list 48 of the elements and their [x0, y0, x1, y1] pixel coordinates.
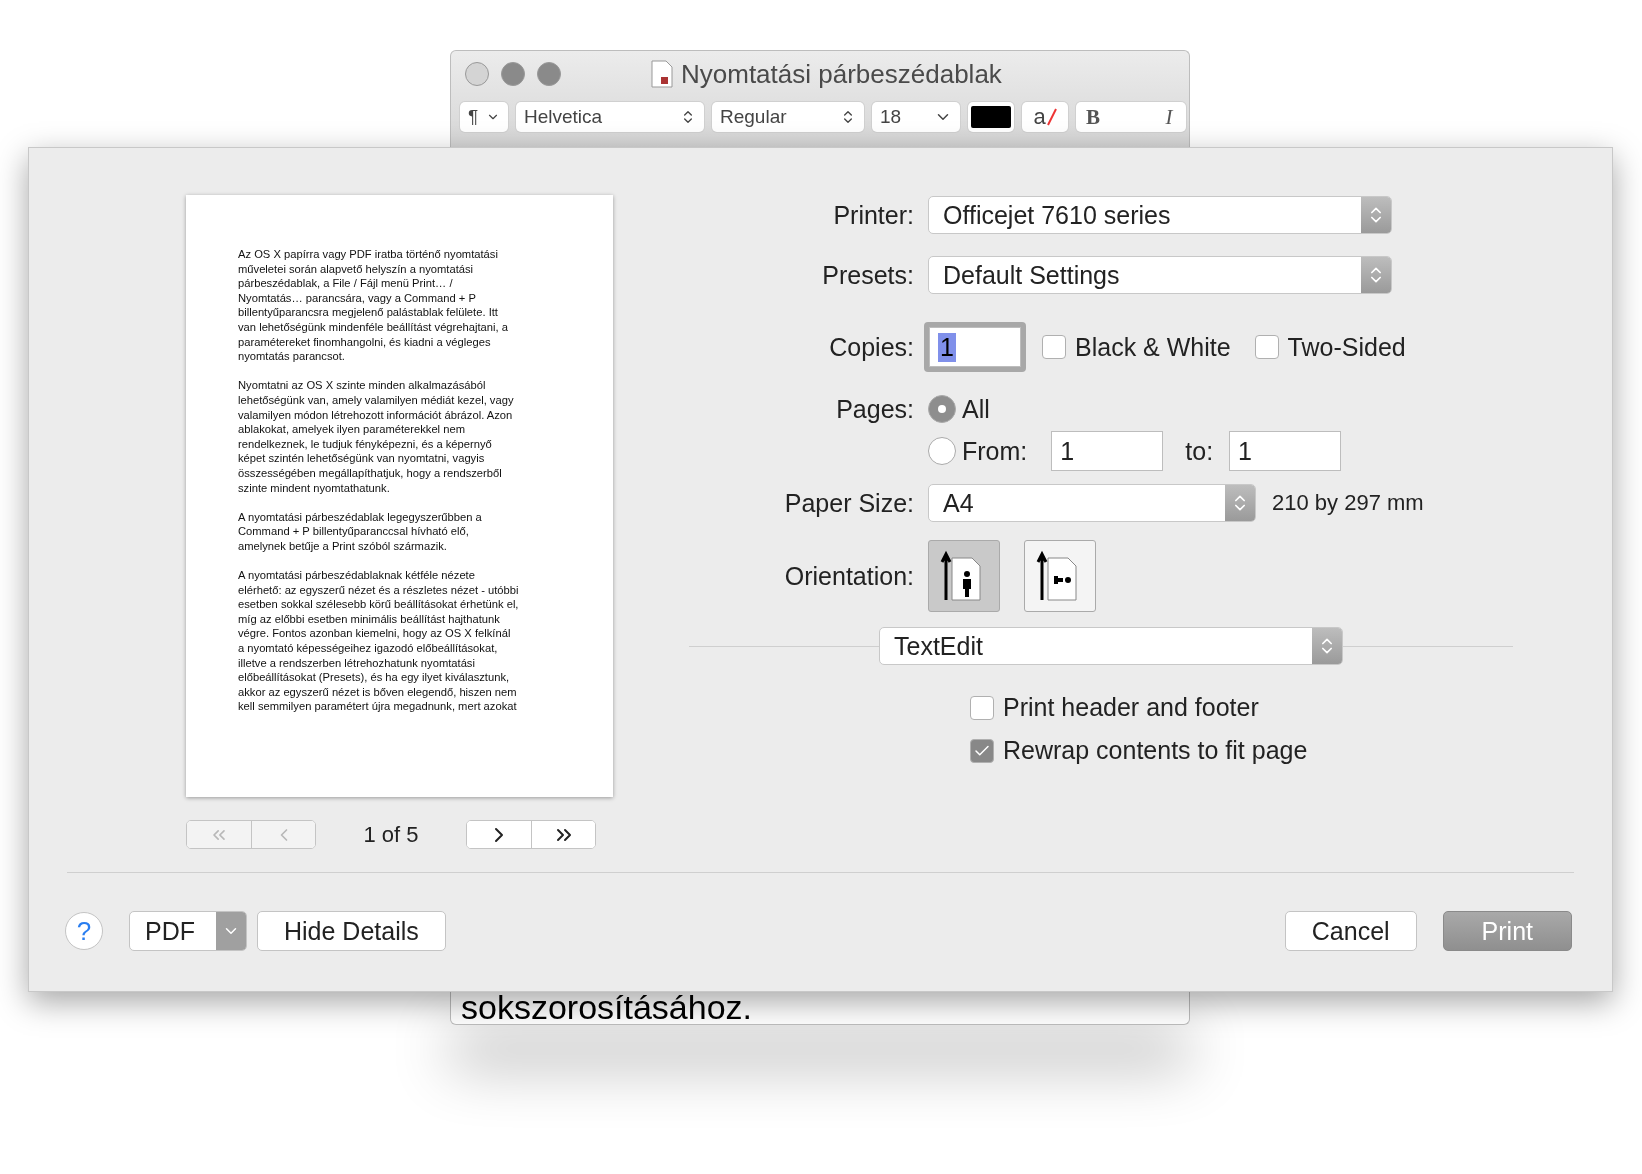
preview-paragraph: Nyomtatni az OS X szinte minden alkalmazásából lehetőségünk van, amely valamilyen médiát kezel, vagy valamilyen módon létrehozott információt ábrázol. Azon ablakokat, amelyek ilyen paraméterekkel nem rendelkeznek, le tudjuk fényképezni, és a képernyő képet szintén lehetőségünk van nyomtatni, vagyis összességében megállapíthatjuk, hogy a rendszerből szinte mindent nyomtathatunk.	[238, 378, 515, 496]
text-color-button[interactable]	[968, 102, 1014, 132]
to-page-field[interactable]: 1	[1229, 431, 1342, 471]
radio-button[interactable]: All	[928, 394, 990, 424]
strikethrough-slash-icon	[1046, 108, 1057, 126]
last-page-button[interactable]	[531, 821, 595, 848]
to-label: to:	[1185, 436, 1214, 466]
page-indicator: 1 of 5	[362, 821, 420, 848]
checkbox[interactable]: Black & White	[1042, 332, 1231, 362]
text-style-buttons[interactable]: B I	[1076, 102, 1186, 132]
orientation-label: Orientation:	[784, 561, 914, 591]
font-size-dropdown[interactable]: 18	[872, 102, 960, 132]
checkbox[interactable]: Rewrap contents to fit page	[970, 736, 1628, 765]
italic-button[interactable]: I	[1152, 104, 1186, 130]
pages-label: Pages:	[836, 394, 914, 424]
from-page-field[interactable]: 1	[1051, 431, 1164, 471]
paper-size-dropdown[interactable]: A4	[928, 484, 1256, 522]
window-title: Nyomtatási párbeszédablak	[681, 58, 1002, 90]
orientation-button[interactable]	[928, 540, 1000, 612]
printer-dropdown[interactable]: Officejet 7610 series	[928, 196, 1392, 234]
presets-label: Presets:	[822, 260, 914, 290]
preview-paragraph: A nyomtatási párbeszédablak legegyszerűbben a Command + P billentyűparanccsal hívható elő, amelynek betűje a Print szóból származik.	[238, 509, 483, 554]
cancel-button[interactable]: Cancel	[1284, 911, 1417, 951]
presets-dropdown[interactable]: Default Settings	[928, 256, 1392, 294]
document-icon	[651, 60, 673, 88]
preview-paragraph: A nyomtatási párbeszédablaknak kétféle nézete elérhető: az egyszerű nézet és a részletes nézet - utóbbi esetben sokkal szélesebb körű beállításokat érhetünk el, míg az előbbi esetben minimális beállítást hajthatunk végre. Fontos azonban kiemelni, hogy az OS X felkínál a nyomtató képességeihez igazodó előbeállításokat, illetve a rendszerben létrehozhatunk nyomtatási előbeállításokat (Presets), és ha egy ilyet kiválasztunk, akkor az egyszerű nézet is bőven elegendő, hiszen nem kell semmilyen paramétert újra megadnunk, mert azokat	[238, 568, 520, 714]
highlight-color-button[interactable]: a	[1022, 102, 1068, 132]
bold-button[interactable]: B	[1076, 104, 1110, 130]
zoom-button[interactable]	[537, 62, 561, 86]
font-family-dropdown[interactable]: Helvetica	[516, 102, 704, 132]
preview-paragraph: Az OS X papírra vagy PDF iratba történő nyomtatási műveletei során alapvető helyszín a nyomtatási párbeszédablak, a File / Fájl menü Print… / Nyomtatás… parancsára, vagy a Command + P billentyűparancsra megjelenő palástablak felülete. Itt van lehetőségünk mindenféle beállítást végrehajtani, a paramétereket finomhangolni, és kiadni a végleges nyomtatás parancsot.	[238, 247, 509, 364]
radio-button[interactable]: From:	[928, 436, 1028, 466]
checkbox[interactable]: Print header and footer	[970, 693, 1628, 722]
pdf-menu-button[interactable]: PDF	[129, 911, 247, 951]
copies-field[interactable]: 1	[924, 322, 1026, 372]
copies-label: Copies:	[829, 332, 914, 362]
document-text: sokszorosításához.	[461, 990, 753, 1024]
app-section-dropdown[interactable]: TextEdit	[879, 627, 1343, 665]
hide-details-button[interactable]: Hide Details	[257, 911, 446, 951]
printer-label: Printer:	[833, 200, 914, 230]
font-style-dropdown[interactable]: Regular	[712, 102, 864, 132]
minimize-button[interactable]	[501, 62, 525, 86]
help-button[interactable]: ?	[65, 912, 103, 950]
paper-size-label: Paper Size:	[784, 488, 914, 518]
paragraph-dropdown[interactable]: ¶	[460, 102, 508, 132]
checkbox[interactable]: Two-Sided	[1254, 332, 1406, 362]
orientation-button[interactable]	[1024, 540, 1096, 612]
paper-dimensions: 210 by 297 mm	[1272, 490, 1424, 516]
